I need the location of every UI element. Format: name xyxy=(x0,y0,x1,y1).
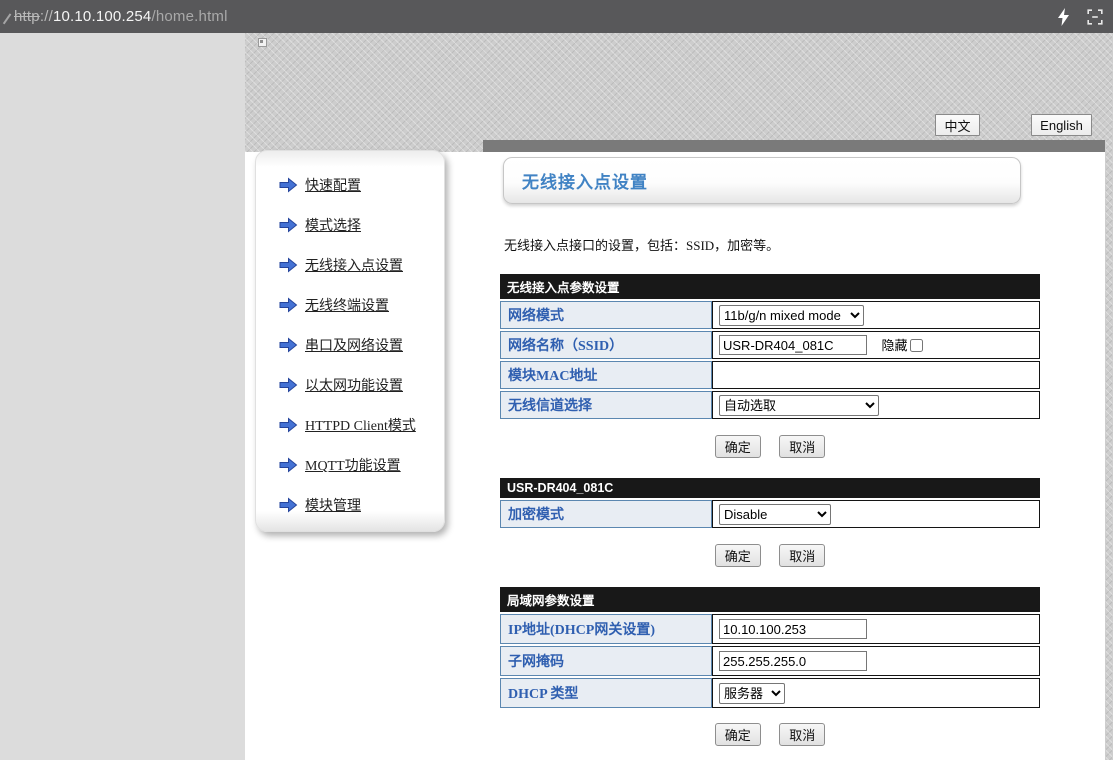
arrow-icon xyxy=(279,337,298,353)
sidebar-item-label[interactable]: 串口及网络设置 xyxy=(305,335,403,355)
ok-button[interactable]: 确定 xyxy=(715,544,761,567)
language-chinese-button[interactable]: 中文 xyxy=(935,114,980,136)
sidebar-menu: 快速配置 模式选择 无线接入点设置 无线终端设置 串口及网络设置 以太网功能设置 xyxy=(255,150,445,532)
table-section-header: USR-DR404_081C xyxy=(500,478,1040,498)
url-path: /home.html xyxy=(151,8,227,25)
arrow-icon xyxy=(279,417,298,433)
table-row: 子网掩码 xyxy=(500,646,1040,676)
table-row: 加密模式 Disable xyxy=(500,500,1040,528)
sidebar-item-quick-config[interactable]: 快速配置 xyxy=(256,165,444,205)
url-separator: :// xyxy=(40,8,53,25)
content-top-bar xyxy=(483,140,1105,152)
url-text[interactable]: http://10.10.100.254/home.html xyxy=(14,8,228,25)
sidebar-item-httpd-client[interactable]: HTTPD Client模式 xyxy=(256,405,444,445)
field-label: 子网掩码 xyxy=(500,646,712,676)
table-row: DHCP 类型 服务器 xyxy=(500,678,1040,708)
table-row: 网络名称（SSID） 隐藏 xyxy=(500,331,1040,359)
settings-column: 无线接入点设置 无线接入点接口的设置，包括：SSID，加密等。 无线接入点参数设… xyxy=(500,152,1048,746)
broken-image-icon xyxy=(258,38,267,47)
url-scheme: http xyxy=(14,8,40,25)
field-label: 加密模式 xyxy=(500,500,712,528)
table-row: IP地址(DHCP网关设置) xyxy=(500,614,1040,644)
sidebar-item-serial-network[interactable]: 串口及网络设置 xyxy=(256,325,444,365)
arrow-icon xyxy=(279,217,298,233)
cancel-button[interactable]: 取消 xyxy=(779,723,825,746)
language-english-button[interactable]: English xyxy=(1031,114,1092,136)
arrow-icon xyxy=(279,457,298,473)
ssid-input[interactable] xyxy=(719,335,867,355)
sidebar-item-label[interactable]: 以太网功能设置 xyxy=(305,375,403,395)
fullscreen-icon[interactable] xyxy=(1087,9,1103,25)
lan-params-table: 局域网参数设置 IP地址(DHCP网关设置) 子网掩码 DHCP 类型 xyxy=(500,585,1040,710)
field-label: 网络模式 xyxy=(500,301,712,329)
site-info-icon[interactable] xyxy=(0,8,11,25)
ap-params-actions: 确定 取消 xyxy=(500,435,1040,458)
encryption-table: USR-DR404_081C 加密模式 Disable xyxy=(500,476,1040,530)
page-content-area: 中文 English 快速配置 模式选择 无线接入点设置 无线终端设置 xyxy=(245,33,1113,760)
field-label: 模块MAC地址 xyxy=(500,361,712,389)
table-row: 无线信道选择 自动选取 xyxy=(500,391,1040,419)
hide-ssid-label: 隐藏 xyxy=(881,338,907,353)
page-left-gutter xyxy=(0,33,245,760)
table-row: 网络模式 11b/g/n mixed mode xyxy=(500,301,1040,329)
dhcp-type-select[interactable]: 服务器 xyxy=(719,683,785,704)
field-label: DHCP 类型 xyxy=(500,678,712,708)
page-title: 无线接入点设置 xyxy=(522,168,648,193)
sidebar-item-mqtt[interactable]: MQTT功能设置 xyxy=(256,445,444,485)
cancel-button[interactable]: 取消 xyxy=(779,544,825,567)
sidebar-item-label[interactable]: 无线终端设置 xyxy=(305,295,389,315)
field-label: 无线信道选择 xyxy=(500,391,712,419)
table-section-header: 局域网参数设置 xyxy=(500,587,1040,612)
mac-address-value xyxy=(712,361,1040,389)
url-host: 10.10.100.254 xyxy=(53,8,152,25)
sidebar-item-mode-select[interactable]: 模式选择 xyxy=(256,205,444,245)
main-white-area: 快速配置 模式选择 无线接入点设置 无线终端设置 串口及网络设置 以太网功能设置 xyxy=(245,152,1105,760)
wireless-channel-select[interactable]: 自动选取 xyxy=(719,395,879,416)
sidebar-item-label[interactable]: 无线接入点设置 xyxy=(305,255,403,275)
network-mode-select[interactable]: 11b/g/n mixed mode xyxy=(719,305,864,326)
sidebar-item-wireless-sta[interactable]: 无线终端设置 xyxy=(256,285,444,325)
hide-ssid-checkbox[interactable] xyxy=(910,339,923,352)
sidebar-item-wireless-ap[interactable]: 无线接入点设置 xyxy=(256,245,444,285)
page-title-panel: 无线接入点设置 xyxy=(503,157,1021,204)
page-description: 无线接入点接口的设置，包括：SSID，加密等。 xyxy=(504,235,1048,254)
sidebar-item-module-management[interactable]: 模块管理 xyxy=(256,485,444,525)
ip-address-input[interactable] xyxy=(719,619,867,639)
ok-button[interactable]: 确定 xyxy=(715,723,761,746)
arrow-icon xyxy=(279,297,298,313)
arrow-icon xyxy=(279,497,298,513)
field-label: IP地址(DHCP网关设置) xyxy=(500,614,712,644)
sidebar-item-label[interactable]: 模块管理 xyxy=(305,495,361,515)
encryption-mode-select[interactable]: Disable xyxy=(719,504,831,525)
cancel-button[interactable]: 取消 xyxy=(779,435,825,458)
lightning-icon[interactable] xyxy=(1056,8,1071,26)
lan-params-actions: 确定 取消 xyxy=(500,723,1040,746)
arrow-icon xyxy=(279,377,298,393)
sidebar-item-label[interactable]: 快速配置 xyxy=(305,175,361,195)
browser-address-bar: http://10.10.100.254/home.html xyxy=(0,0,1113,33)
encryption-actions: 确定 取消 xyxy=(500,544,1040,567)
ap-params-table: 无线接入点参数设置 网络模式 11b/g/n mixed mode 网络名称（S… xyxy=(500,272,1040,421)
arrow-icon xyxy=(279,257,298,273)
subnet-mask-input[interactable] xyxy=(719,651,867,671)
sidebar-item-label[interactable]: 模式选择 xyxy=(305,215,361,235)
sidebar-item-label[interactable]: HTTPD Client模式 xyxy=(305,415,416,435)
table-section-header: 无线接入点参数设置 xyxy=(500,274,1040,299)
sidebar-item-ethernet[interactable]: 以太网功能设置 xyxy=(256,365,444,405)
ok-button[interactable]: 确定 xyxy=(715,435,761,458)
arrow-icon xyxy=(279,177,298,193)
table-row: 模块MAC地址 xyxy=(500,361,1040,389)
sidebar-item-label[interactable]: MQTT功能设置 xyxy=(305,455,401,475)
field-label: 网络名称（SSID） xyxy=(500,331,712,359)
